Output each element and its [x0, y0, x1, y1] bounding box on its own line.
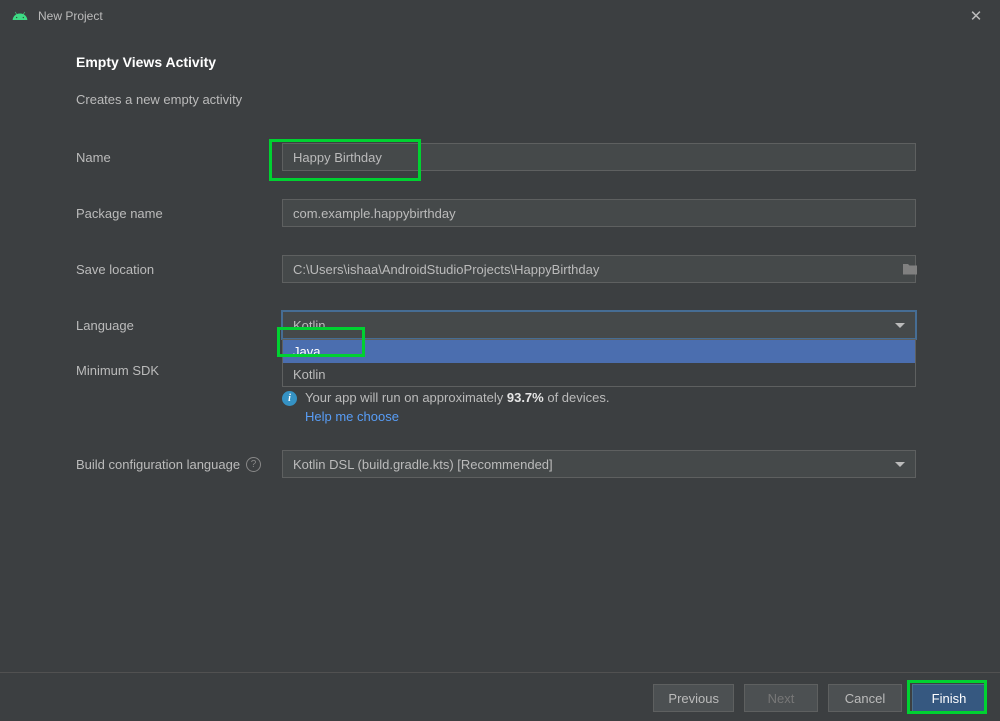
build-config-select[interactable]: Kotlin DSL (build.gradle.kts) [Recommend…: [282, 450, 916, 478]
dialog-content: Empty Views Activity Creates a new empty…: [0, 32, 1000, 478]
label-language: Language: [76, 318, 282, 333]
title-bar: New Project ✕: [0, 0, 1000, 32]
row-name: Name: [76, 143, 925, 171]
name-input[interactable]: [282, 143, 916, 171]
package-input[interactable]: [282, 199, 916, 227]
row-language: Language Kotlin Java Kotlin: [76, 311, 925, 339]
device-coverage-info: i Your app will run on approximately 93.…: [282, 390, 925, 424]
coverage-text: Your app will run on approximately 93.7%…: [305, 390, 610, 405]
label-min-sdk: Minimum SDK: [76, 363, 282, 378]
finish-button[interactable]: Finish: [912, 684, 986, 712]
build-config-value: Kotlin DSL (build.gradle.kts) [Recommend…: [293, 457, 553, 472]
next-button: Next: [744, 684, 818, 712]
button-bar: Previous Next Cancel Finish: [653, 684, 986, 712]
label-name: Name: [76, 150, 282, 165]
page-title: Empty Views Activity: [76, 54, 925, 70]
android-icon: [12, 8, 28, 24]
label-save-location: Save location: [76, 262, 282, 277]
window-title: New Project: [38, 9, 103, 23]
previous-button[interactable]: Previous: [653, 684, 734, 712]
label-build-config: Build configuration language ?: [76, 457, 282, 472]
row-save-location: Save location: [76, 255, 925, 283]
info-icon: i: [282, 391, 297, 406]
row-build-config: Build configuration language ? Kotlin DS…: [76, 450, 925, 478]
chevron-down-icon: [895, 462, 905, 467]
help-icon[interactable]: ?: [246, 457, 261, 472]
footer-separator: [0, 672, 1000, 673]
page-subtitle: Creates a new empty activity: [76, 92, 925, 107]
language-select-value: Kotlin: [293, 318, 326, 333]
chevron-down-icon: [895, 323, 905, 328]
close-icon[interactable]: ✕: [964, 7, 988, 25]
help-me-choose-link[interactable]: Help me choose: [305, 409, 610, 424]
language-option-java[interactable]: Java: [283, 340, 915, 363]
browse-folder-icon[interactable]: [901, 260, 919, 278]
save-location-input[interactable]: [282, 255, 916, 283]
cancel-button[interactable]: Cancel: [828, 684, 902, 712]
language-dropdown: Java Kotlin: [282, 339, 916, 387]
label-package: Package name: [76, 206, 282, 221]
language-option-kotlin[interactable]: Kotlin: [283, 363, 915, 386]
row-package: Package name: [76, 199, 925, 227]
language-select[interactable]: Kotlin: [282, 311, 916, 339]
